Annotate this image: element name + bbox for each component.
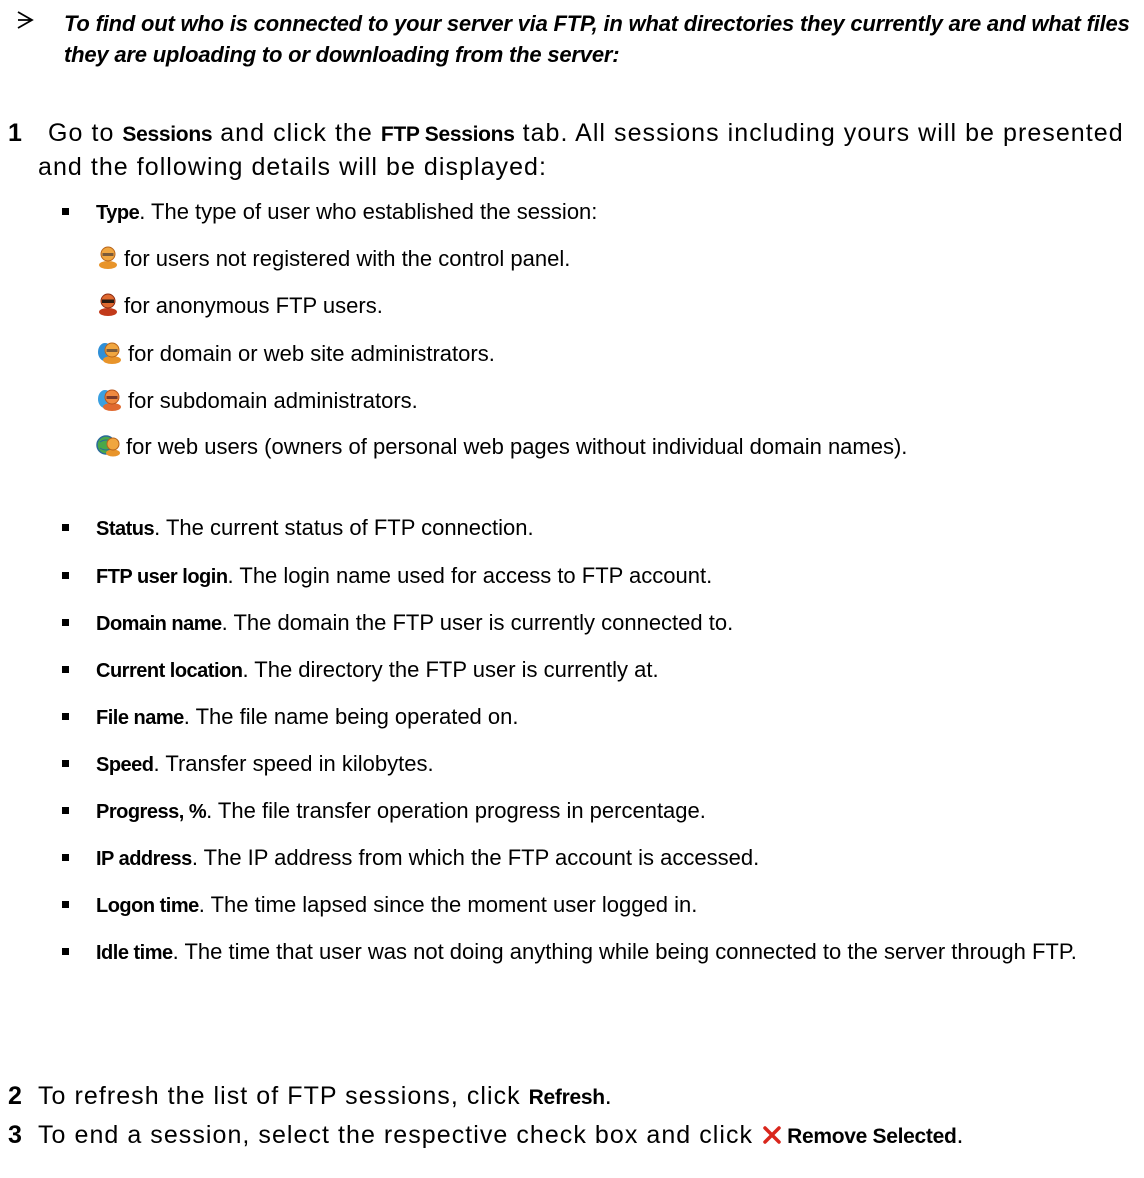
bullet-square	[62, 713, 69, 720]
detail-term: Status	[96, 518, 155, 540]
detail-desc: . The IP address from which the FTP acco…	[191, 845, 760, 870]
bullet-square	[62, 807, 69, 814]
detail-desc: . The current status of FTP connection.	[154, 515, 534, 540]
user-type-item: for subdomain administrators.	[96, 386, 1136, 416]
user-type-item: for anonymous FTP users.	[96, 291, 1136, 321]
detail-item-ftp-login: FTP user login. The login name used for …	[62, 561, 1140, 592]
bullet-square	[62, 572, 69, 579]
detail-term: Current location	[96, 660, 243, 682]
step-text-part: and click the	[212, 119, 381, 147]
bullet-square	[62, 619, 69, 626]
detail-text: File name. The file name being operated …	[96, 702, 1140, 733]
step-2: 2 To refresh the list of FTP sessions, c…	[8, 1080, 1142, 1114]
bullet-square	[62, 524, 69, 531]
user-type-text: for web users (owners of personal web pa…	[126, 434, 908, 459]
detail-term: FTP user login	[96, 566, 228, 588]
step-text-part: .	[604, 1082, 613, 1110]
detail-item-progress: Progress, %. The file transfer operation…	[62, 796, 1140, 827]
ftp-sessions-keyword: FTP Sessions	[380, 123, 515, 146]
step-text-part: .	[956, 1121, 965, 1149]
detail-text: Speed. Transfer speed in kilobytes.	[96, 749, 1140, 780]
detail-text: IP address. The IP address from which th…	[96, 843, 1140, 874]
user-type-item: for web users (owners of personal web pa…	[96, 432, 1136, 462]
step-text-part: To refresh the list of FTP sessions, cli…	[38, 1082, 529, 1110]
detail-term: Type	[96, 202, 140, 224]
step-number: 1	[8, 119, 22, 147]
detail-term: Idle time	[96, 942, 173, 964]
step-text: To refresh the list of FTP sessions, cli…	[38, 1080, 1142, 1114]
detail-text: Domain name. The domain the FTP user is …	[96, 608, 1140, 639]
step-3: 3 To end a session, select the respectiv…	[8, 1119, 1142, 1153]
bullet-square	[62, 666, 69, 673]
detail-desc: . The domain the FTP user is currently c…	[221, 610, 734, 635]
detail-text: Progress, %. The file transfer operation…	[96, 796, 1140, 827]
refresh-keyword: Refresh	[528, 1086, 605, 1109]
detail-item-logon-time: Logon time. The time lapsed since the mo…	[62, 890, 1140, 921]
detail-item-domain-name: Domain name. The domain the FTP user is …	[62, 608, 1140, 639]
subdomain-admin-icon	[98, 389, 121, 411]
user-type-text: for users not registered with the contro…	[124, 246, 571, 271]
remove-selected-keyword: Remove Selected	[787, 1125, 957, 1148]
detail-text: Status. The current status of FTP connec…	[96, 513, 1140, 544]
detail-text: Logon time. The time lapsed since the mo…	[96, 890, 1140, 921]
detail-text: Current location. The directory the FTP …	[96, 655, 1140, 686]
detail-desc: . The time lapsed since the moment user …	[198, 892, 698, 917]
sessions-keyword: Sessions	[122, 123, 213, 146]
detail-item-idle-time: Idle time. The time that user was not do…	[62, 937, 1140, 968]
detail-text: FTP user login. The login name used for …	[96, 561, 1140, 592]
step-text-part: To end a session, select the respective …	[38, 1121, 762, 1149]
domain-admin-icon	[98, 342, 121, 364]
detail-term: Domain name	[96, 613, 222, 635]
detail-item-current-location: Current location. The directory the FTP …	[62, 655, 1140, 686]
remove-x-icon	[763, 1126, 781, 1144]
bullet-square	[62, 854, 69, 861]
detail-desc: . The time that user was not doing anyth…	[172, 939, 1077, 964]
step-text: To end a session, select the respective …	[38, 1119, 1142, 1153]
user-type-text: for subdomain administrators.	[128, 388, 418, 413]
detail-item-speed: Speed. Transfer speed in kilobytes.	[62, 749, 1140, 780]
step-1: 1 Go to Sessions and click the FTP Sessi…	[8, 117, 1142, 184]
detail-item-file-name: File name. The file name being operated …	[62, 702, 1140, 733]
detail-desc: . The type of user who established the s…	[139, 199, 598, 224]
detail-desc: . The file name being operated on.	[183, 704, 519, 729]
detail-term: Logon time	[96, 895, 199, 917]
user-type-text: for anonymous FTP users.	[124, 293, 383, 318]
web-user-icon	[96, 435, 120, 457]
arrow-bullet-icon	[17, 11, 34, 29]
bullet-square	[62, 760, 69, 767]
step-number: 2	[8, 1082, 22, 1110]
bullet-square	[62, 948, 69, 955]
detail-term: IP address	[96, 848, 192, 870]
detail-desc: . Transfer speed in kilobytes.	[153, 751, 434, 776]
detail-item-status: Status. The current status of FTP connec…	[62, 513, 1140, 544]
intro-text: To find out who is connected to your ser…	[64, 11, 1130, 67]
step-text: Go to Sessions and click the FTP Session…	[38, 117, 1142, 184]
detail-desc: . The file transfer operation progress i…	[206, 798, 706, 823]
detail-text: Type. The type of user who established t…	[96, 197, 1140, 228]
user-type-item: for domain or web site administrators.	[96, 339, 1136, 369]
detail-term: Progress, %	[96, 801, 207, 823]
bullet-square	[62, 208, 69, 215]
detail-desc: . The login name used for access to FTP …	[227, 563, 713, 588]
user-type-text: for domain or web site administrators.	[128, 341, 495, 366]
detail-term: Speed	[96, 754, 154, 776]
step-text-part: Go to	[48, 119, 123, 147]
user-type-item: for users not registered with the contro…	[96, 244, 1136, 274]
anonymous-user-icon	[99, 293, 117, 316]
intro-block: To find out who is connected to your ser…	[16, 8, 1140, 70]
detail-item-type: Type. The type of user who established t…	[62, 197, 1140, 228]
unregistered-user-icon	[99, 246, 117, 269]
detail-desc: . The directory the FTP user is currentl…	[242, 657, 659, 682]
detail-text: Idle time. The time that user was not do…	[96, 937, 1140, 968]
detail-term: File name	[96, 707, 184, 729]
bullet-square	[62, 901, 69, 908]
detail-item-ip-address: IP address. The IP address from which th…	[62, 843, 1140, 874]
help-page: To find out who is connected to your ser…	[0, 0, 1144, 1178]
step-number: 3	[8, 1121, 22, 1149]
